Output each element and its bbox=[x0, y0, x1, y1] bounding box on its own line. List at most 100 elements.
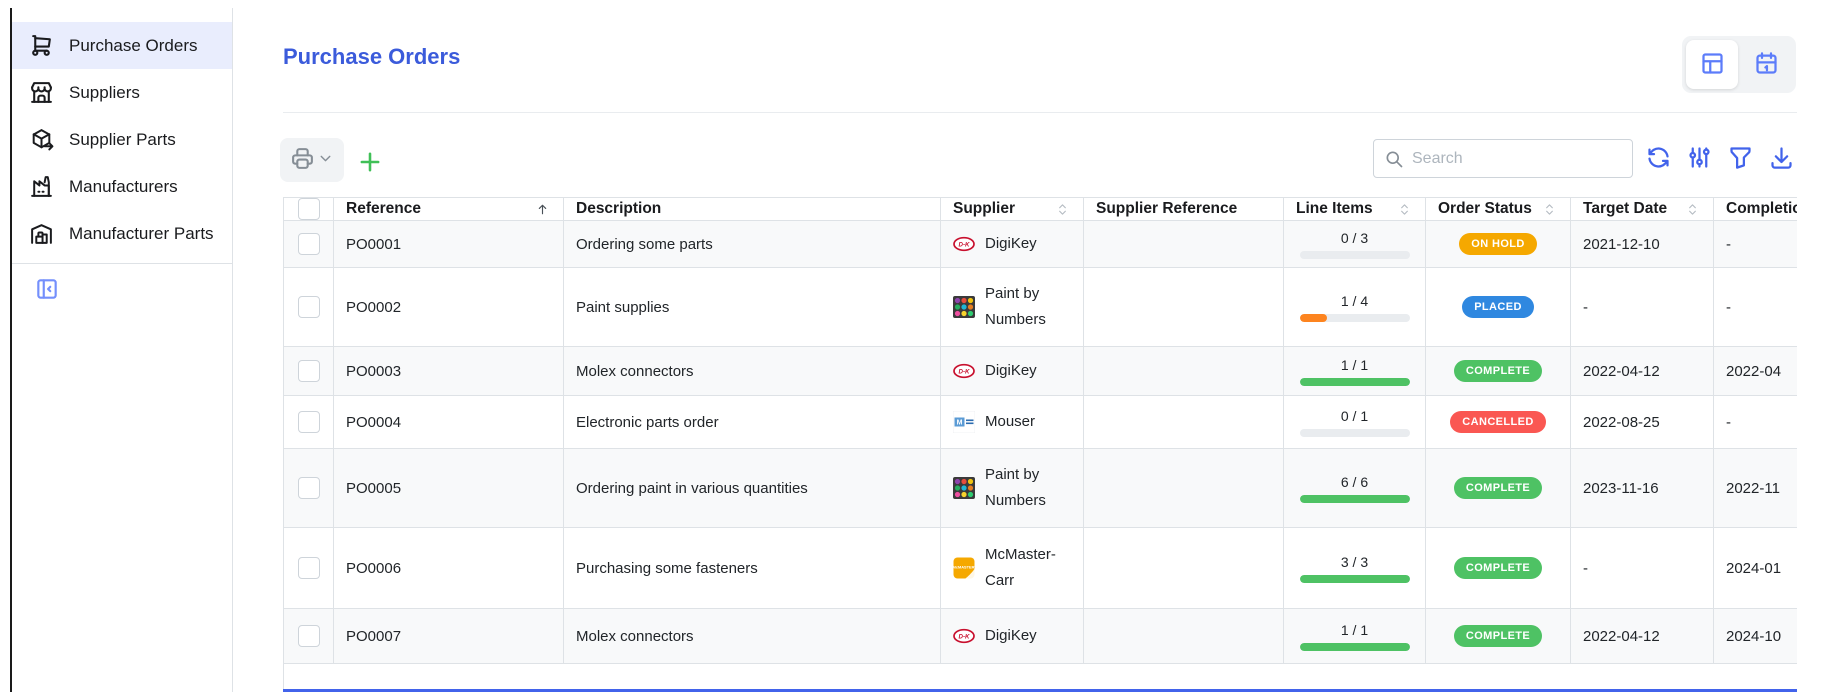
progress-bar-fill bbox=[1300, 314, 1328, 322]
row-checkbox[interactable] bbox=[298, 557, 320, 579]
progress-bar-fill bbox=[1300, 495, 1410, 503]
search-input[interactable] bbox=[1412, 150, 1632, 168]
completion-date-cell: 2024-01 bbox=[1714, 528, 1797, 608]
row-checkbox-cell bbox=[284, 449, 334, 527]
sidebar-item-label: Purchase Orders bbox=[69, 36, 198, 56]
target-date-cell: 2022-08-25 bbox=[1571, 396, 1714, 448]
svg-text:McMASTER: McMASTER bbox=[953, 565, 975, 570]
status-badge: COMPLETE bbox=[1454, 557, 1542, 579]
table-row[interactable]: PO0004Electronic parts orderMMouser0 / 1… bbox=[284, 396, 1797, 449]
supplier[interactable]: Paint by Numbers bbox=[953, 281, 1071, 334]
completion-date-value: 2022-11 bbox=[1726, 480, 1780, 497]
header-completion-date: Completion Date bbox=[1714, 198, 1797, 220]
table-row[interactable]: PO0003Molex connectorsD-KDigiKey1 / 1COM… bbox=[284, 347, 1797, 396]
sidebar-item-supplier-parts[interactable]: Supplier Parts bbox=[12, 116, 232, 163]
column-label: Completion Date bbox=[1726, 200, 1797, 218]
description-cell: Molex connectors bbox=[564, 609, 941, 663]
adjustments-button[interactable] bbox=[1686, 144, 1713, 174]
sidebar-item-suppliers[interactable]: Suppliers bbox=[12, 69, 232, 116]
supplier[interactable]: Paint by Numbers bbox=[953, 462, 1071, 515]
supplier-cell: D-KDigiKey bbox=[941, 609, 1084, 663]
completion-date-cell: 2022-11 bbox=[1714, 449, 1797, 527]
progress-bar-track bbox=[1300, 314, 1410, 322]
reference-value: PO0002 bbox=[346, 299, 401, 316]
select-all-checkbox[interactable] bbox=[298, 198, 320, 220]
factory-icon bbox=[29, 174, 54, 199]
collapse-sidebar-button[interactable] bbox=[34, 276, 60, 305]
row-checkbox-cell bbox=[284, 347, 334, 395]
filter-button[interactable] bbox=[1727, 144, 1754, 174]
supplier[interactable]: D-KDigiKey bbox=[953, 231, 1037, 257]
status-badge: PLACED bbox=[1462, 296, 1534, 318]
reference-cell: PO0004 bbox=[334, 396, 564, 448]
table-header-row: ReferenceDescriptionSupplierSupplier Ref… bbox=[284, 198, 1797, 221]
reference-cell: PO0002 bbox=[334, 268, 564, 346]
target-date-cell: 2022-04-12 bbox=[1571, 609, 1714, 663]
supplier-cell: MMouser bbox=[941, 396, 1084, 448]
add-order-button[interactable] bbox=[356, 148, 384, 176]
row-checkbox[interactable] bbox=[298, 625, 320, 647]
progress-bar-track bbox=[1300, 643, 1410, 651]
table-view-icon bbox=[1699, 50, 1726, 80]
table-row[interactable]: PO0007Molex connectorsD-KDigiKey1 / 1COM… bbox=[284, 609, 1797, 664]
sidebar-item-purchase-orders[interactable]: Purchase Orders bbox=[12, 22, 232, 69]
order-status-cell: COMPLETE bbox=[1426, 609, 1571, 663]
search-icon bbox=[1384, 149, 1404, 169]
supplier[interactable]: MMouser bbox=[953, 409, 1035, 435]
line-items-progress: 3 / 3 bbox=[1300, 554, 1410, 583]
description-value: Molex connectors bbox=[576, 628, 694, 645]
status-badge: COMPLETE bbox=[1454, 477, 1542, 499]
status-badge: COMPLETE bbox=[1454, 360, 1542, 382]
view-toggle bbox=[1682, 36, 1796, 93]
supplier[interactable]: D-KDigiKey bbox=[953, 623, 1037, 649]
row-checkbox[interactable] bbox=[298, 360, 320, 382]
target-date-cell: 2021-12-10 bbox=[1571, 221, 1714, 267]
order-status-cell: CANCELLED bbox=[1426, 396, 1571, 448]
progress-bar-track bbox=[1300, 495, 1410, 503]
table-row[interactable]: PO0002Paint suppliesPaint by Numbers1 / … bbox=[284, 268, 1797, 347]
svg-text:M: M bbox=[957, 420, 963, 427]
header-checkbox bbox=[284, 198, 334, 220]
sidebar-item-manufacturer-parts[interactable]: Manufacturer Parts bbox=[12, 210, 232, 257]
table-actions bbox=[1645, 144, 1795, 174]
purchase-orders-table: ReferenceDescriptionSupplierSupplier Ref… bbox=[283, 197, 1797, 692]
row-checkbox[interactable] bbox=[298, 296, 320, 318]
column-label: Supplier bbox=[953, 200, 1015, 218]
order-status-cell: ON HOLD bbox=[1426, 221, 1571, 267]
table-row[interactable]: PO0006Purchasing some fastenersMcMASTERM… bbox=[284, 528, 1797, 609]
refresh-button[interactable] bbox=[1645, 144, 1672, 174]
table-view-button[interactable] bbox=[1686, 40, 1738, 89]
line-items-cell: 0 / 3 bbox=[1284, 221, 1426, 267]
completion-date-value: - bbox=[1726, 414, 1731, 431]
table-row[interactable]: PO0001Ordering some partsD-KDigiKey0 / 3… bbox=[284, 221, 1797, 268]
filter-icon bbox=[1727, 144, 1754, 174]
calendar-view-button[interactable] bbox=[1740, 40, 1792, 89]
supplier-reference-cell bbox=[1084, 609, 1284, 663]
supplier[interactable]: McMASTERMcMaster-Carr bbox=[953, 542, 1071, 595]
title-divider bbox=[283, 112, 1797, 113]
app-window: Purchase OrdersSuppliersSupplier PartsMa… bbox=[0, 0, 1831, 692]
row-checkbox[interactable] bbox=[298, 411, 320, 433]
target-date-value: - bbox=[1583, 299, 1588, 316]
row-checkbox[interactable] bbox=[298, 477, 320, 499]
row-checkbox-cell bbox=[284, 609, 334, 663]
progress-bar-track bbox=[1300, 575, 1410, 583]
line-items-progress: 0 / 3 bbox=[1300, 230, 1410, 259]
status-badge: ON HOLD bbox=[1459, 233, 1537, 255]
supplier-name: Paint by Numbers bbox=[985, 281, 1071, 334]
shopping-cart-icon bbox=[29, 33, 54, 58]
completion-date-value: 2024-01 bbox=[1726, 560, 1781, 577]
description-value: Ordering paint in various quantities bbox=[576, 480, 808, 497]
reference-value: PO0003 bbox=[346, 363, 401, 380]
completion-date-cell: - bbox=[1714, 268, 1797, 346]
print-button[interactable] bbox=[280, 138, 344, 182]
sidebar-item-manufacturers[interactable]: Manufacturers bbox=[12, 163, 232, 210]
refresh-icon bbox=[1645, 144, 1672, 174]
supplier-logo-digikey: D-K bbox=[953, 233, 975, 255]
svg-text:D-K: D-K bbox=[959, 241, 971, 248]
supplier[interactable]: D-KDigiKey bbox=[953, 358, 1037, 384]
download-button[interactable] bbox=[1768, 144, 1795, 174]
row-checkbox[interactable] bbox=[298, 233, 320, 255]
progress-bar-fill bbox=[1300, 575, 1410, 583]
table-row[interactable]: PO0005Ordering paint in various quantiti… bbox=[284, 449, 1797, 528]
